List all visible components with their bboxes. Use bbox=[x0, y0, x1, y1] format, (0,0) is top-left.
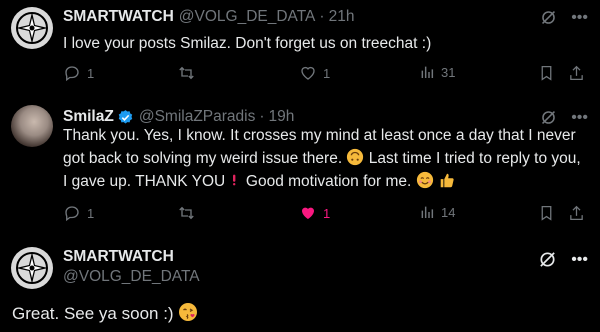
views-count: 14 bbox=[441, 204, 456, 220]
reply-count: 1 bbox=[87, 65, 95, 81]
views-count: 31 bbox=[441, 64, 456, 80]
grok-icon[interactable] bbox=[540, 9, 557, 26]
views-icon bbox=[421, 206, 434, 218]
bookmark-button[interactable] bbox=[538, 64, 555, 82]
repost-button[interactable] bbox=[177, 64, 196, 82]
avatar[interactable] bbox=[11, 105, 53, 147]
reply-icon bbox=[65, 206, 79, 222]
tweet-text: Thank you. Yes, I know. It crosses my mi… bbox=[63, 124, 583, 193]
share-button[interactable] bbox=[568, 204, 585, 222]
handle-row: @VOLG_DE_DATA bbox=[63, 268, 200, 286]
grok-icon[interactable] bbox=[538, 250, 557, 269]
reply-button[interactable]: 1 bbox=[63, 204, 94, 222]
reply-button[interactable]: 1 bbox=[63, 64, 94, 82]
bookmark-button[interactable] bbox=[538, 204, 555, 222]
avatar[interactable] bbox=[11, 7, 53, 49]
heart-filled-icon bbox=[302, 207, 314, 219]
views-button[interactable]: 14 bbox=[419, 204, 455, 220]
tweet-header: SMARTWATCH @VOLG_DE_DATA · 21h bbox=[63, 8, 354, 26]
thumbs-up-emoji-icon bbox=[440, 173, 454, 188]
share-button[interactable] bbox=[568, 64, 585, 82]
repost-icon bbox=[179, 66, 194, 80]
share-icon bbox=[570, 205, 583, 221]
repost-icon bbox=[179, 206, 194, 220]
repost-button[interactable] bbox=[177, 204, 196, 222]
tweet-text-content: Great. See ya soon :) bbox=[12, 304, 174, 323]
like-button[interactable]: 1 bbox=[299, 64, 330, 82]
compass-logo-icon bbox=[16, 252, 48, 284]
tweet-1[interactable]: SMARTWATCH @VOLG_DE_DATA · 21h ••• I lov… bbox=[0, 0, 600, 100]
views-icon bbox=[421, 66, 434, 78]
upside-down-face-emoji-icon bbox=[347, 148, 364, 166]
tweet-2[interactable]: SmilaZ @SmilaZParadis · 19h ••• Thank yo… bbox=[0, 100, 600, 236]
like-button[interactable]: 1 bbox=[299, 204, 330, 222]
timestamp[interactable]: 21h bbox=[329, 8, 355, 26]
display-name[interactable]: SMARTWATCH bbox=[63, 8, 174, 26]
tweet-3[interactable]: SMARTWATCH @VOLG_DE_DATA ••• Great. See … bbox=[0, 236, 600, 332]
tweet-top-actions: ••• bbox=[540, 9, 588, 26]
exclamation-emoji-icon bbox=[232, 174, 235, 186]
tweet-text: Great. See ya soon :) bbox=[12, 302, 532, 325]
more-icon[interactable]: ••• bbox=[571, 251, 588, 268]
reply-icon bbox=[65, 66, 79, 82]
handle[interactable]: @VOLG_DE_DATA bbox=[63, 268, 200, 286]
text-part-3: Good motivation for me. bbox=[245, 173, 412, 190]
action-bar: 1 1 31 bbox=[63, 64, 586, 84]
separator: · bbox=[319, 8, 325, 25]
smiling-face-emoji-icon bbox=[416, 171, 433, 189]
share-icon bbox=[570, 65, 583, 81]
more-icon[interactable]: ••• bbox=[571, 9, 588, 26]
tweet-top-actions: ••• bbox=[538, 250, 588, 269]
action-bar: 1 1 14 bbox=[63, 204, 586, 224]
views-button[interactable]: 31 bbox=[419, 64, 455, 80]
verified-badge-icon[interactable] bbox=[117, 109, 134, 126]
display-name[interactable]: SMARTWATCH bbox=[63, 248, 174, 266]
bookmark-icon bbox=[541, 65, 552, 81]
avatar[interactable] bbox=[11, 247, 53, 289]
reply-count: 1 bbox=[87, 205, 95, 221]
compass-logo-icon bbox=[16, 12, 48, 44]
tweet-text: I love your posts Smilaz. Don't forget u… bbox=[63, 35, 432, 52]
like-count: 1 bbox=[323, 65, 331, 81]
bookmark-icon bbox=[541, 205, 552, 221]
handle[interactable]: @VOLG_DE_DATA bbox=[179, 8, 316, 26]
like-count: 1 bbox=[323, 205, 331, 221]
heart-icon bbox=[301, 66, 315, 80]
display-name-row: SMARTWATCH bbox=[63, 248, 174, 266]
kissing-face-emoji-icon bbox=[179, 303, 198, 321]
